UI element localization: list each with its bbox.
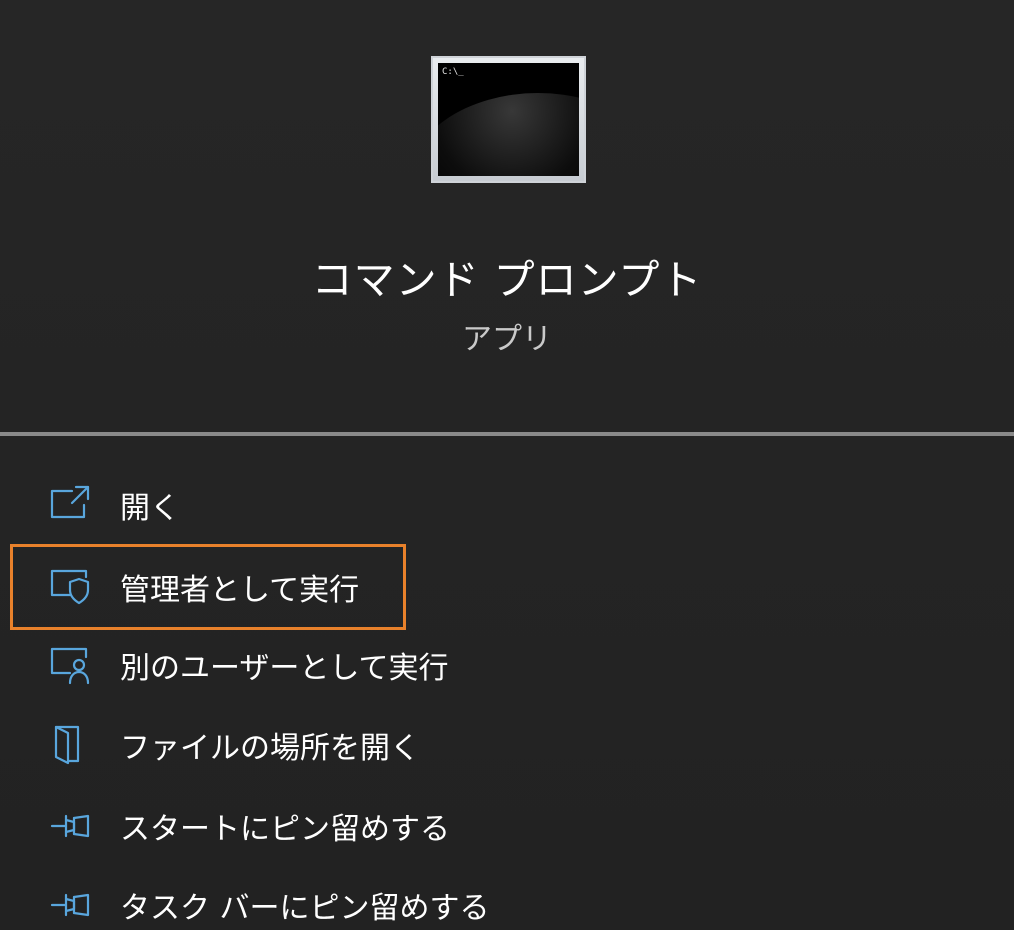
user-monitor-icon <box>48 643 92 687</box>
admin-shield-icon <box>48 565 92 609</box>
menu-item-pin-to-taskbar[interactable]: タスク バーにピン留めする <box>0 869 1014 930</box>
app-header: C:\_ コマンド プロンプト アプリ <box>0 0 1014 432</box>
menu-item-run-as-admin[interactable]: 管理者として実行 <box>0 544 1014 630</box>
menu-item-label: スタートにピン留めする <box>120 812 450 847</box>
pin-icon <box>48 804 92 848</box>
menu-item-label: 別のユーザーとして実行 <box>120 651 449 686</box>
menu-item-label: タスク バーにピン留めする <box>120 891 490 926</box>
context-panel: C:\_ コマンド プロンプト アプリ 開く 管理者として実行 別のユーザーとし… <box>0 0 1014 930</box>
app-type-label: アプリ <box>462 322 552 357</box>
menu-item-pin-to-start[interactable]: スタートにピン留めする <box>0 790 1014 862</box>
app-title: コマンド プロンプト <box>311 256 703 304</box>
header-divider <box>0 432 1014 436</box>
menu-item-open-file-location[interactable]: ファイルの場所を開く <box>0 709 1014 781</box>
menu-item-label: 管理者として実行 <box>120 573 360 608</box>
menu-item-open[interactable]: 開く <box>0 469 1014 541</box>
pin-icon <box>48 883 92 927</box>
command-prompt-app-icon: C:\_ <box>431 56 586 183</box>
console-prompt-text: C:\_ <box>442 67 464 77</box>
screen-gloss <box>438 93 579 176</box>
open-external-icon <box>48 483 92 527</box>
menu-item-label: 開く <box>120 491 180 526</box>
menu-item-run-as-other-user[interactable]: 別のユーザーとして実行 <box>0 629 1014 701</box>
folder-door-icon <box>48 723 92 767</box>
menu-item-label: ファイルの場所を開く <box>120 731 420 766</box>
console-screen: C:\_ <box>438 63 579 176</box>
